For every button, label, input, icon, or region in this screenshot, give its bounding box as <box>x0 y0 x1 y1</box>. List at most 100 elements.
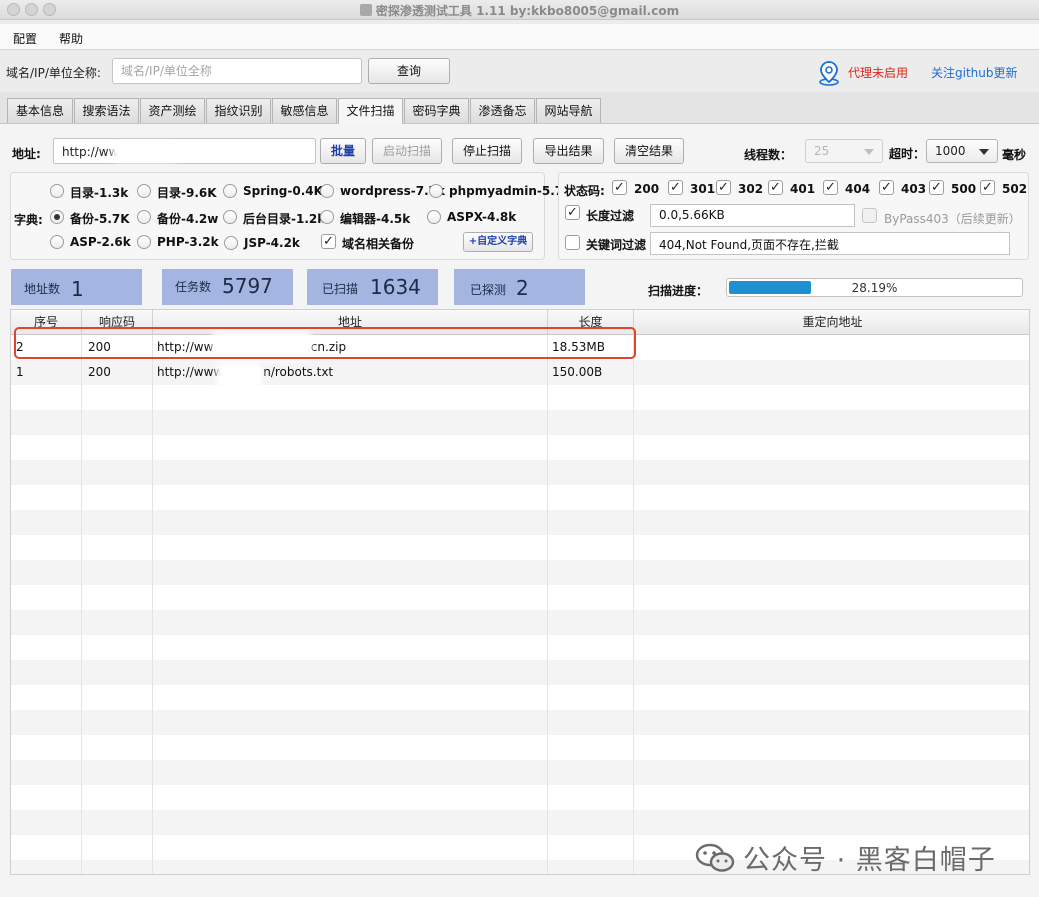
radio-dict-editor[interactable] <box>320 210 334 224</box>
stat-value: 5797 <box>222 274 273 298</box>
column-divider <box>547 335 548 874</box>
address-value: http://ww <box>62 145 119 159</box>
app-window: 密探渗透测试工具 1.11 by:kkbo8005@gmail.com 配置 帮… <box>0 0 1039 897</box>
query-input[interactable] <box>112 58 362 84</box>
column-header-index[interactable]: 序号 <box>11 310 82 335</box>
start-scan-button[interactable]: 启动扫描 <box>372 138 442 164</box>
stat-label: 地址数 <box>24 282 61 296</box>
column-header-url[interactable]: 地址 <box>153 310 548 335</box>
radio-dict-aspx[interactable] <box>427 210 441 224</box>
status-code-value: 200 <box>634 182 660 196</box>
radio-dict-wordpress[interactable] <box>320 184 334 198</box>
threads-value: 25 <box>814 144 830 158</box>
tab-search-syntax[interactable]: 搜索语法 <box>74 98 139 123</box>
empty-table-row <box>11 785 1029 810</box>
tab-asset-mapping[interactable]: 资产测绘 <box>140 98 205 123</box>
clear-results-button[interactable]: 清空结果 <box>614 138 684 164</box>
timeout-select[interactable]: 1000 <box>926 139 998 163</box>
status-code-value: 301 <box>690 182 716 196</box>
column-header-redirect[interactable]: 重定向地址 <box>634 310 1029 335</box>
tab-basic-info[interactable]: 基本信息 <box>7 98 73 123</box>
dict-option-label: 备份-5.7K <box>70 212 130 226</box>
title-bar: 密探渗透测试工具 1.11 by:kkbo8005@gmail.com <box>0 0 1039 20</box>
empty-table-row <box>11 710 1029 735</box>
cell-url-prefix: http://ww <box>157 340 214 354</box>
batch-button[interactable]: 批量 <box>320 138 366 164</box>
status-403-checkbox[interactable]: ✓ <box>879 180 894 195</box>
status-code-value: 302 <box>738 182 764 196</box>
radio-dict-backup-1[interactable] <box>50 210 64 224</box>
tab-sensitive-info[interactable]: 敏感信息 <box>272 98 337 123</box>
tab-site-nav[interactable]: 网站导航 <box>536 98 601 123</box>
empty-table-row <box>11 410 1029 435</box>
length-filter-checkbox[interactable]: ✓ <box>565 205 580 220</box>
radio-dict-spring[interactable] <box>223 184 237 198</box>
tab-file-scan[interactable]: 文件扫描 <box>338 98 403 124</box>
menu-config[interactable]: 配置 <box>13 30 37 47</box>
empty-table-row <box>11 685 1029 710</box>
export-results-button[interactable]: 导出结果 <box>533 138 604 164</box>
custom-dictionary-button[interactable]: +自定义字典 <box>463 232 533 252</box>
chevron-down-icon <box>979 149 989 155</box>
cell-redirect <box>634 335 1029 360</box>
timeout-value: 1000 <box>935 144 966 158</box>
radio-dict-jsp[interactable] <box>224 236 238 250</box>
column-header-length[interactable]: 长度 <box>548 310 634 335</box>
radio-dict-asp[interactable] <box>50 235 64 249</box>
keyword-filter-input[interactable]: 404,Not Found,页面不存在,拦截 <box>650 232 1010 255</box>
status-301-checkbox[interactable]: ✓ <box>668 180 683 195</box>
status-code-value: 401 <box>790 182 816 196</box>
threads-select[interactable]: 25 <box>805 139 883 163</box>
menu-help[interactable]: 帮助 <box>59 30 83 47</box>
domain-backup-checkbox[interactable]: ✓ <box>321 234 336 249</box>
table-row[interactable]: 1 200 http://www n/robots.txt 150.00B <box>11 360 1029 385</box>
bypass403-checkbox[interactable] <box>862 208 877 223</box>
status-302-checkbox[interactable]: ✓ <box>716 180 731 195</box>
column-divider <box>81 335 82 874</box>
cell-length: 18.53MB <box>552 340 605 354</box>
dict-option-label: 备份-4.2w <box>157 212 219 226</box>
keyword-filter-checkbox[interactable] <box>565 235 580 250</box>
status-code-value: 403 <box>901 182 927 196</box>
radio-dict-dir-1[interactable] <box>50 184 64 198</box>
radio-dict-phpmyadmin[interactable] <box>429 184 443 198</box>
cell-status: 200 <box>88 365 111 379</box>
table-row[interactable]: 2 200 http://ww n.cn.zip 18.53MB <box>11 335 1029 360</box>
stop-scan-button[interactable]: 停止扫描 <box>452 138 522 164</box>
scan-progress-bar: 28.19% <box>726 278 1023 297</box>
empty-table-row <box>11 610 1029 635</box>
tab-pentest-notes[interactable]: 渗透备忘 <box>470 98 535 123</box>
radio-dict-php[interactable] <box>137 235 151 249</box>
empty-table-row <box>11 460 1029 485</box>
app-icon <box>359 4 372 16</box>
empty-table-row <box>11 735 1029 760</box>
radio-dict-backup-2[interactable] <box>137 210 151 224</box>
stat-address-count: 地址数 1 <box>11 269 142 305</box>
empty-table-row <box>11 635 1029 660</box>
length-filter-input[interactable]: 0.0,5.66KB <box>650 204 855 227</box>
status-500-checkbox[interactable]: ✓ <box>929 180 944 195</box>
tab-password-dict[interactable]: 密码字典 <box>404 98 469 123</box>
github-link[interactable]: 关注github更新 <box>931 64 1018 81</box>
dict-option-label: phpmyadmin-5.7k <box>449 184 572 198</box>
address-input[interactable]: http://ww <box>53 138 316 164</box>
status-404-checkbox[interactable]: ✓ <box>823 180 838 195</box>
status-401-checkbox[interactable]: ✓ <box>768 180 783 195</box>
proxy-status[interactable]: 代理未启用 <box>848 64 908 81</box>
dictionary-label: 字典: <box>14 213 43 227</box>
query-button[interactable]: 查询 <box>368 58 450 84</box>
tab-fingerprint[interactable]: 指纹识别 <box>206 98 271 123</box>
dict-option-label: 后台目录-1.2k <box>243 212 326 226</box>
column-header-status[interactable]: 响应码 <box>82 310 153 335</box>
radio-dict-dir-2[interactable] <box>137 184 151 198</box>
dict-option-label: 编辑器-4.5k <box>340 212 411 226</box>
address-label: 地址: <box>12 147 41 161</box>
status-502-checkbox[interactable]: ✓ <box>980 180 995 195</box>
status-200-checkbox[interactable]: ✓ <box>612 180 627 195</box>
window-title: 密探渗透测试工具 1.11 by:kkbo8005@gmail.com <box>0 2 1039 19</box>
results-table[interactable]: 序号 响应码 地址 长度 重定向地址 2 200 http://ww n.cn.z… <box>10 309 1030 875</box>
empty-table-row <box>11 385 1029 410</box>
empty-table-row <box>11 435 1029 460</box>
radio-dict-admin-dir[interactable] <box>223 210 237 224</box>
stat-detected-count: 已探测 2 <box>454 269 585 305</box>
